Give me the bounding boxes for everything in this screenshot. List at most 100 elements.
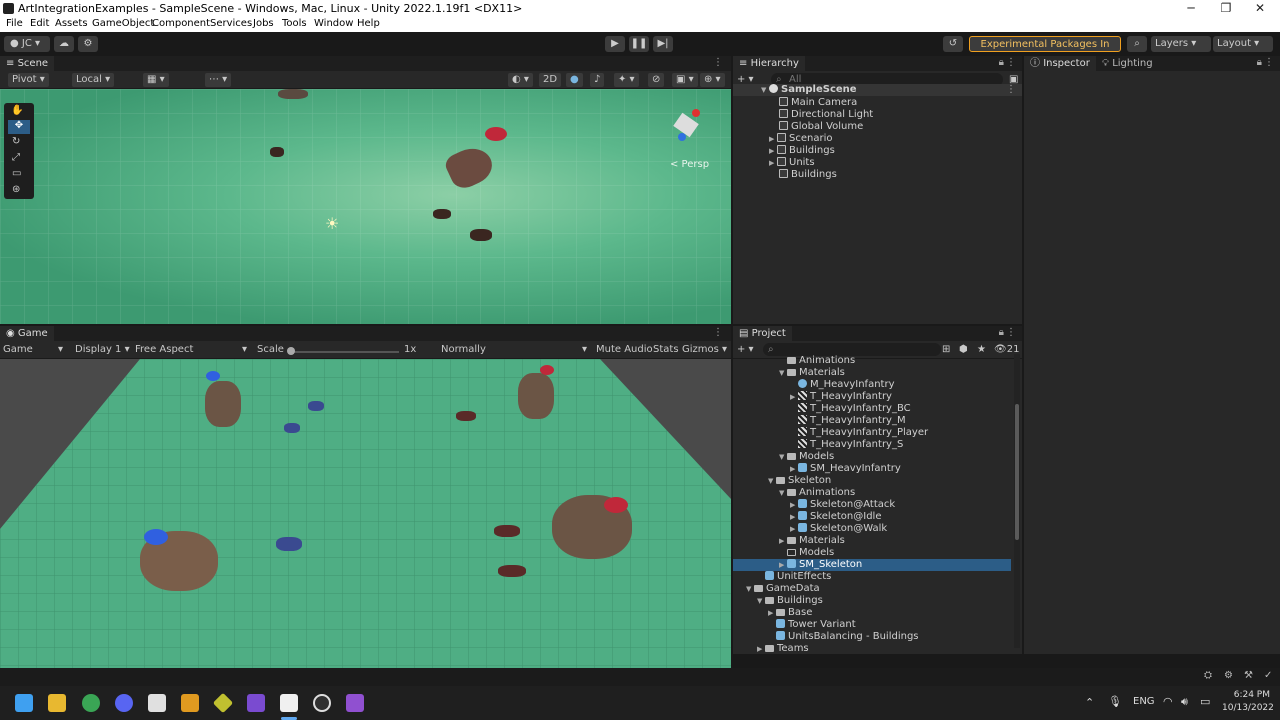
- hidden-objects-icon[interactable]: ⊘: [648, 73, 665, 87]
- tab-hierarchy[interactable]: ≡ Hierarchy: [733, 56, 805, 71]
- gizmos-button[interactable]: Gizmos ▾: [682, 343, 727, 357]
- local-dropdown[interactable]: Local ▾: [72, 73, 115, 87]
- scene-header-row[interactable]: ▼ SampleScene ⋮: [733, 84, 1022, 96]
- git-icon[interactable]: [212, 692, 234, 714]
- project-tree-item[interactable]: ▶ Teams: [757, 643, 809, 654]
- gizmos-dropdown[interactable]: ⊕ ▾: [700, 73, 725, 87]
- camera-settings-dropdown[interactable]: ▣ ▾: [672, 73, 698, 87]
- project-tree-item[interactable]: UnitsBalancing - Buildings: [768, 631, 919, 643]
- project-tree-item[interactable]: ▶ T_HeavyInfantry: [790, 391, 892, 403]
- project-tree-item[interactable]: ▶ SM_Skeleton: [733, 559, 1011, 571]
- display-dropdown[interactable]: Display 1 ▾: [75, 343, 130, 357]
- expand-arrow-icon[interactable]: ▶: [790, 511, 798, 523]
- scale-slider[interactable]: [289, 351, 399, 353]
- microphone-icon[interactable]: 🎙︎: [1108, 695, 1122, 708]
- tower-model[interactable]: [205, 381, 241, 427]
- app-icon[interactable]: [346, 694, 364, 712]
- step-button[interactable]: ▶|: [653, 36, 673, 52]
- battery-icon[interactable]: ▭: [1200, 695, 1210, 708]
- project-tree-item[interactable]: ▼ GameData: [746, 583, 820, 595]
- game-viewport[interactable]: [0, 359, 731, 668]
- cache-icon[interactable]: ⚙: [1224, 670, 1233, 681]
- language-indicator[interactable]: ENG: [1133, 696, 1155, 707]
- project-tree-item[interactable]: ▼ Buildings: [757, 595, 823, 607]
- project-tree-item[interactable]: ▶ Base: [768, 607, 812, 619]
- project-tree-item[interactable]: Animations: [779, 355, 855, 367]
- tab-lighting[interactable]: 💡︎ Lighting: [1096, 56, 1159, 71]
- expand-arrow-icon[interactable]: ▶: [790, 391, 798, 403]
- lock-icon[interactable]: 🔒︎: [999, 57, 1004, 68]
- game-more-icon[interactable]: ⋮: [713, 327, 723, 338]
- grid-snap-dropdown[interactable]: ▦ ▾: [143, 73, 169, 87]
- expand-arrow-icon[interactable]: ▶: [779, 535, 787, 547]
- expand-arrow-icon[interactable]: ▶: [790, 523, 798, 535]
- hierarchy-item[interactable]: Buildings: [779, 169, 837, 181]
- menu-assets[interactable]: Assets: [55, 18, 88, 29]
- experimental-packages-button[interactable]: Experimental Packages In Use ▾: [969, 36, 1121, 66]
- unit-model[interactable]: [498, 565, 526, 577]
- expand-arrow-icon[interactable]: ▼: [757, 595, 765, 607]
- unit-model[interactable]: [284, 423, 300, 433]
- building-model[interactable]: [278, 89, 308, 99]
- menu-window[interactable]: Window: [314, 18, 353, 29]
- pause-button[interactable]: ❚❚: [629, 36, 649, 52]
- expand-arrow-icon[interactable]: ▼: [779, 487, 787, 499]
- windows-start-icon[interactable]: [15, 694, 33, 712]
- minimize-button[interactable]: ─: [1176, 1, 1206, 15]
- project-tree-item[interactable]: ▶ Skeleton@Attack: [790, 499, 895, 511]
- scrollbar-thumb[interactable]: [1015, 404, 1019, 540]
- rotate-tool-icon[interactable]: ↻: [12, 136, 20, 147]
- menu-jobs[interactable]: Jobs: [253, 18, 274, 29]
- cloud-button[interactable]: ☁: [54, 36, 74, 52]
- hierarchy-item[interactable]: Global Volume: [779, 121, 863, 133]
- unit-model[interactable]: [470, 229, 492, 241]
- unit-model[interactable]: [270, 147, 284, 157]
- inspector-more-icon[interactable]: ⋮: [1264, 57, 1274, 68]
- hand-tool-icon[interactable]: ✋: [11, 105, 23, 116]
- project-tree-item[interactable]: Models: [779, 547, 834, 559]
- expand-arrow-icon[interactable]: ▶: [768, 607, 776, 619]
- sublime-text-icon[interactable]: [181, 694, 199, 712]
- move-tool-icon[interactable]: ✥: [8, 120, 30, 134]
- effects-dropdown[interactable]: ✦ ▾: [614, 73, 639, 87]
- toggle-2d-button[interactable]: 2D: [539, 73, 562, 87]
- check-icon[interactable]: ✓: [1264, 670, 1272, 681]
- expand-arrow-icon[interactable]: ▶: [790, 499, 798, 511]
- maximize-button[interactable]: ❐: [1211, 1, 1241, 15]
- file-explorer-icon[interactable]: [48, 694, 66, 712]
- hierarchy-item[interactable]: Directional Light: [779, 109, 873, 121]
- menu-edit[interactable]: Edit: [30, 18, 49, 29]
- aspect-chevron-icon[interactable]: ▾: [242, 343, 247, 357]
- project-tree-item[interactable]: UnitEffects: [757, 571, 831, 583]
- tab-project[interactable]: ▤ Project: [733, 326, 792, 341]
- menu-file[interactable]: File: [6, 18, 23, 29]
- project-tree-item[interactable]: T_HeavyInfantry_Player: [790, 427, 928, 439]
- vsync-chevron-icon[interactable]: ▾: [582, 343, 587, 357]
- obs-icon[interactable]: [313, 694, 331, 712]
- directional-light-icon[interactable]: ☀: [325, 214, 339, 233]
- mute-audio-button[interactable]: Mute Audio: [596, 343, 653, 357]
- chevron-up-icon[interactable]: ⌃: [1085, 696, 1094, 709]
- clock-date[interactable]: 10/13/2022: [1222, 703, 1274, 713]
- scale-slider-handle[interactable]: [287, 347, 295, 355]
- hierarchy-item[interactable]: ▶ Scenario: [769, 133, 832, 145]
- project-tree-item[interactable]: ▶ Skeleton@Idle: [790, 511, 881, 523]
- unit-model[interactable]: [456, 411, 476, 421]
- shading-mode-dropdown[interactable]: ◐ ▾: [508, 73, 533, 87]
- unit-model[interactable]: [308, 401, 324, 411]
- project-tree-item[interactable]: ▶ Materials: [779, 535, 845, 547]
- hierarchy-item[interactable]: Main Camera: [779, 97, 857, 109]
- expand-arrow-icon[interactable]: ▼: [746, 583, 754, 595]
- discord-icon[interactable]: [115, 694, 133, 712]
- scene-more-icon[interactable]: ⋮: [1006, 84, 1016, 95]
- project-tree-item[interactable]: T_HeavyInfantry_BC: [790, 403, 911, 415]
- stats-button[interactable]: Stats: [653, 343, 679, 357]
- lighting-toggle-icon[interactable]: ●: [566, 73, 583, 87]
- project-tree-item[interactable]: ▼ Materials: [779, 367, 845, 379]
- project-tree-item[interactable]: ▼ Skeleton: [768, 475, 831, 487]
- layout-dropdown[interactable]: Layout ▾: [1213, 36, 1273, 52]
- project-tree-item[interactable]: M_HeavyInfantry: [790, 379, 895, 391]
- expand-arrow-icon[interactable]: ▼: [779, 451, 787, 463]
- menu-gameobject[interactable]: GameObject: [92, 18, 154, 29]
- expand-arrow-icon[interactable]: ▼: [768, 475, 776, 487]
